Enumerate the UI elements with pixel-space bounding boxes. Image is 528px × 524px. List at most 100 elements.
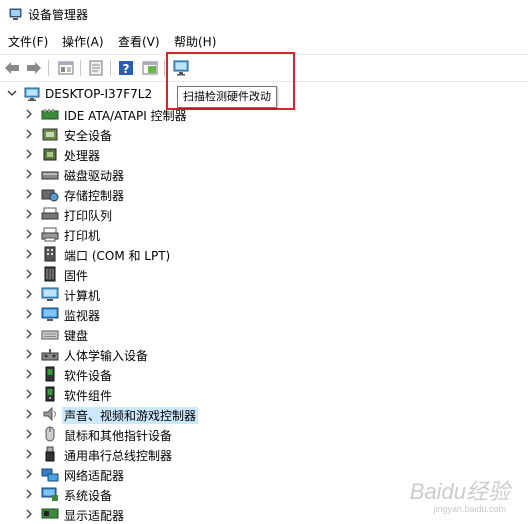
- tree-category-label: 声音、视频和游戏控制器: [62, 407, 199, 424]
- disk-drive-icon: [41, 171, 59, 180]
- chevron-right-icon[interactable]: [24, 148, 34, 160]
- tree-category-label: 安全设备: [64, 129, 113, 143]
- system-device-icon: [41, 487, 58, 501]
- view-button[interactable]: [140, 58, 160, 78]
- chevron-right-icon[interactable]: [24, 328, 34, 340]
- chevron-right-icon[interactable]: [24, 488, 34, 500]
- chevron-right-icon[interactable]: [24, 428, 34, 440]
- tree-category-label: 打印队列: [64, 209, 113, 223]
- chevron-right-icon[interactable]: [24, 128, 34, 140]
- toolbar-separator: [164, 60, 165, 76]
- tree-category-label: 鼠标和其他指针设备: [64, 429, 173, 443]
- chevron-right-icon[interactable]: [24, 208, 34, 220]
- tree-category[interactable]: 磁盘驱动器: [0, 164, 528, 184]
- ide-controller-icon: [41, 109, 59, 120]
- chevron-right-icon[interactable]: [24, 188, 34, 200]
- chevron-right-icon[interactable]: [24, 388, 34, 400]
- tree-category-label: 端口 (COM 和 LPT): [64, 249, 171, 263]
- tree-root[interactable]: DESKTOP-I37F7L2: [0, 84, 528, 104]
- tree-category[interactable]: 声音、视频和游戏控制器: [0, 404, 528, 424]
- device-tree: DESKTOP-I37F7L2 IDE ATA/ATAPI 控制器 安全设备处理器…: [0, 84, 528, 523]
- tree-category[interactable]: 存储控制器: [0, 184, 528, 204]
- toolbar-separator: [80, 60, 81, 76]
- chevron-down-icon[interactable]: [6, 87, 18, 99]
- tree-category[interactable]: 打印队列: [0, 204, 528, 224]
- chevron-right-icon[interactable]: [24, 308, 34, 320]
- usb-icon: [45, 446, 55, 462]
- chevron-right-icon[interactable]: [24, 368, 34, 380]
- mouse-icon: [45, 426, 55, 442]
- tree-category[interactable]: 鼠标和其他指针设备: [0, 424, 528, 444]
- tree-category-label: 监视器: [64, 309, 101, 323]
- tree-category-label: 键盘: [64, 329, 89, 343]
- tree-category[interactable]: 端口 (COM 和 LPT): [0, 244, 528, 264]
- menu-view[interactable]: 查看(V): [118, 33, 160, 50]
- menu-action[interactable]: 操作(A): [62, 33, 104, 50]
- software-component-icon: [45, 386, 55, 402]
- chevron-right-icon[interactable]: [24, 168, 34, 180]
- tree-category-label: 计算机: [64, 289, 101, 303]
- display-adapter-icon: [41, 508, 59, 519]
- menu-help[interactable]: 帮助(H): [174, 33, 216, 50]
- tree-category[interactable]: 键盘: [0, 324, 528, 344]
- firmware-icon: [44, 266, 56, 282]
- chevron-right-icon[interactable]: [24, 108, 34, 120]
- chevron-right-icon[interactable]: [24, 288, 34, 300]
- tree-category-label: 软件组件: [64, 389, 113, 403]
- tree-category[interactable]: 软件设备: [0, 364, 528, 384]
- back-icon: [5, 62, 19, 74]
- tree-category[interactable]: 监视器: [0, 304, 528, 324]
- print-queue-icon: [41, 207, 59, 220]
- tree-category-label: 存储控制器: [64, 189, 125, 203]
- toolbar-separator: [48, 60, 49, 76]
- chevron-right-icon[interactable]: [24, 408, 34, 420]
- audio-icon: [43, 406, 56, 422]
- printer-icon: [41, 227, 59, 242]
- storage-controller-icon: [41, 189, 59, 202]
- tree-category[interactable]: IDE ATA/ATAPI 控制器: [0, 104, 528, 124]
- tree-category-label: 处理器: [64, 149, 101, 163]
- tree-category[interactable]: 通用串行总线控制器: [0, 444, 528, 464]
- chevron-right-icon[interactable]: [24, 448, 34, 460]
- forward-icon: [27, 62, 41, 74]
- properties-button[interactable]: [56, 58, 76, 78]
- tree-category-label: 固件: [64, 269, 89, 283]
- tree-category-label: IDE ATA/ATAPI 控制器: [64, 109, 187, 123]
- chevron-right-icon[interactable]: [24, 348, 34, 360]
- tree-category-label: 网络适配器: [64, 469, 125, 483]
- menu-file[interactable]: 文件(F): [8, 33, 48, 50]
- back-button[interactable]: [2, 58, 22, 78]
- tree-category[interactable]: 固件: [0, 264, 528, 284]
- watermark-url: jingyan.baidu.com: [433, 504, 506, 514]
- tree-category[interactable]: 处理器: [0, 144, 528, 164]
- chevron-right-icon[interactable]: [24, 228, 34, 240]
- chevron-right-icon[interactable]: [24, 268, 34, 280]
- properties-icon: [58, 61, 74, 75]
- toolbar-separator: [110, 60, 111, 76]
- keyboard-icon: [41, 330, 59, 340]
- processor-icon: [43, 148, 57, 161]
- tree-category[interactable]: 安全设备: [0, 124, 528, 144]
- chevron-right-icon[interactable]: [24, 248, 34, 260]
- hid-icon: [41, 349, 59, 361]
- tree-category-label: 系统设备: [64, 489, 113, 503]
- forward-button[interactable]: [24, 58, 44, 78]
- tree-category[interactable]: 人体学输入设备: [0, 344, 528, 364]
- tree-category[interactable]: 软件组件: [0, 384, 528, 404]
- help-button[interactable]: ?: [116, 58, 136, 78]
- security-device-icon: [42, 128, 58, 141]
- computer-name: DESKTOP-I37F7L2: [45, 87, 153, 101]
- chevron-right-icon[interactable]: [24, 508, 34, 520]
- tree-category-label: 打印机: [64, 229, 101, 243]
- driver-update-button[interactable]: [86, 58, 106, 78]
- view-icon: [142, 61, 158, 75]
- menu-bar: 文件(F) 操作(A) 查看(V) 帮助(H): [0, 30, 528, 52]
- tree-category-label: 通用串行总线控制器: [64, 449, 173, 463]
- tree-category-label: 软件设备: [64, 369, 113, 383]
- monitor-icon: [41, 307, 59, 321]
- tree-category[interactable]: 打印机: [0, 224, 528, 244]
- svg-text:?: ?: [123, 62, 130, 76]
- tree-category[interactable]: 计算机: [0, 284, 528, 304]
- baidu-watermark-logo: Baidu经验: [409, 479, 510, 504]
- chevron-right-icon[interactable]: [24, 468, 34, 480]
